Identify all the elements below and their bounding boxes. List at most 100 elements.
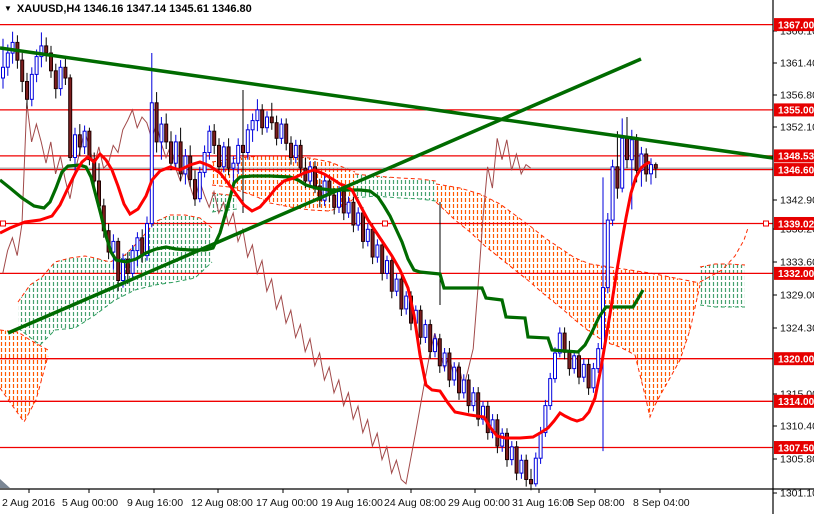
candle-body (581, 363, 586, 378)
candle-body (1, 66, 5, 79)
candle-body (5, 52, 10, 68)
candle-body (572, 355, 577, 370)
price-badge-label: 1367.00 (778, 20, 814, 31)
candle-body (135, 237, 140, 252)
candle-body (625, 137, 629, 161)
candle-body (370, 228, 375, 258)
candle-body (533, 457, 538, 485)
candle-body (447, 352, 452, 381)
candle-body (169, 141, 173, 164)
candle-body (241, 144, 245, 153)
time-tick-label: 17 Aug 00:00 (256, 497, 318, 509)
line-drag-handle[interactable] (0, 220, 6, 227)
price-tick-label: 1342.90 (780, 195, 814, 207)
candle-body (601, 287, 605, 350)
candle-body (620, 137, 625, 189)
candle-body (332, 194, 337, 208)
time-tick-label: 29 Aug 00:00 (448, 497, 510, 509)
candle-body (514, 446, 519, 474)
price-tick-label: 1324.30 (780, 323, 814, 335)
candle-body (629, 139, 634, 161)
candle-body (404, 295, 409, 310)
candle-body (298, 144, 303, 169)
time-tick-label: 24 Aug 08:00 (384, 497, 446, 509)
candle-body (173, 141, 178, 164)
candle-body (68, 77, 73, 158)
candle-body (226, 146, 231, 169)
candle-body (44, 45, 49, 54)
candle-body (361, 212, 365, 242)
chart-title[interactable]: ▼ XAUUSD,H4 1346.16 1347.14 1345.61 1346… (4, 3, 252, 15)
candle-body (433, 338, 437, 353)
candle-body (524, 459, 529, 480)
time-tick-label: 19 Aug 16:00 (321, 497, 383, 509)
candle-body (649, 164, 653, 175)
candle-body (351, 201, 356, 226)
symbol-dropdown-icon[interactable]: ▼ (4, 4, 12, 13)
candle-body (255, 109, 260, 122)
candle-body (197, 171, 202, 200)
candle-body (466, 379, 471, 407)
candle-body (653, 164, 658, 169)
candle-body (596, 348, 601, 370)
candle-body (58, 66, 63, 90)
time-tick-label: 5 Aug 00:00 (62, 497, 118, 509)
price-axis-labels: 1366.101361.401356.801352.101342.901338.… (773, 26, 814, 500)
candle-body (356, 212, 361, 226)
price-badge-label: 1314.00 (778, 397, 814, 408)
price-tick-label: 1329.00 (780, 290, 814, 302)
candle-body (389, 260, 394, 292)
candle-body (289, 142, 293, 159)
descending-trendline[interactable] (0, 46, 774, 160)
candle-body (586, 363, 591, 389)
candle-body (188, 155, 193, 181)
line-drag-handle[interactable] (763, 220, 769, 227)
candle-body (423, 324, 428, 338)
candle-body (548, 378, 553, 407)
candle-body (509, 446, 514, 461)
chart-canvas[interactable]: 1366.101361.401356.801352.101342.901338.… (0, 0, 814, 514)
candle-body (111, 240, 116, 253)
candle-body (442, 352, 447, 367)
candle-body (538, 432, 543, 459)
candle-body (293, 144, 298, 158)
cloud-area (436, 184, 700, 417)
candle-body (159, 123, 164, 143)
candle-body (428, 324, 433, 353)
candle-body (418, 309, 423, 338)
candle-body (375, 244, 380, 258)
time-tick-label: 5 Sep 08:00 (568, 497, 625, 509)
chart-window: { "title": { "dropdown_icon": "▼", "text… (0, 0, 814, 514)
candle-body (63, 66, 68, 79)
candle-body (437, 338, 442, 367)
candle-body (385, 260, 389, 274)
price-tick-label: 1305.80 (780, 454, 814, 466)
candle-body (77, 134, 82, 148)
candle-body (269, 116, 274, 124)
candle-body (365, 228, 370, 242)
line-drag-handle[interactable] (382, 220, 388, 227)
candle-body (341, 191, 346, 214)
candle-body (231, 162, 236, 169)
time-tick-label: 9 Aug 16:00 (127, 497, 183, 509)
candle-body (236, 144, 241, 164)
candle-body (452, 366, 457, 381)
candle-body (615, 166, 620, 189)
price-badge-label: 1348.53 (778, 152, 814, 163)
history-scroll-marker (0, 479, 10, 488)
candle-body (20, 59, 25, 82)
candle-body (183, 155, 188, 175)
candle-body (250, 120, 255, 131)
price-tick-label: 1333.60 (780, 257, 814, 269)
price-badge-label: 1332.00 (778, 269, 814, 280)
price-badge-label: 1346.60 (778, 165, 814, 176)
candle-body (605, 219, 610, 289)
candle-body (500, 432, 505, 447)
candle-body (529, 479, 533, 485)
candle-body (567, 351, 572, 370)
candle-body (279, 123, 284, 139)
candle-body (577, 355, 581, 378)
candle-body (221, 146, 226, 168)
candle-body (73, 134, 77, 159)
price-tick-label: 1310.40 (780, 421, 814, 433)
